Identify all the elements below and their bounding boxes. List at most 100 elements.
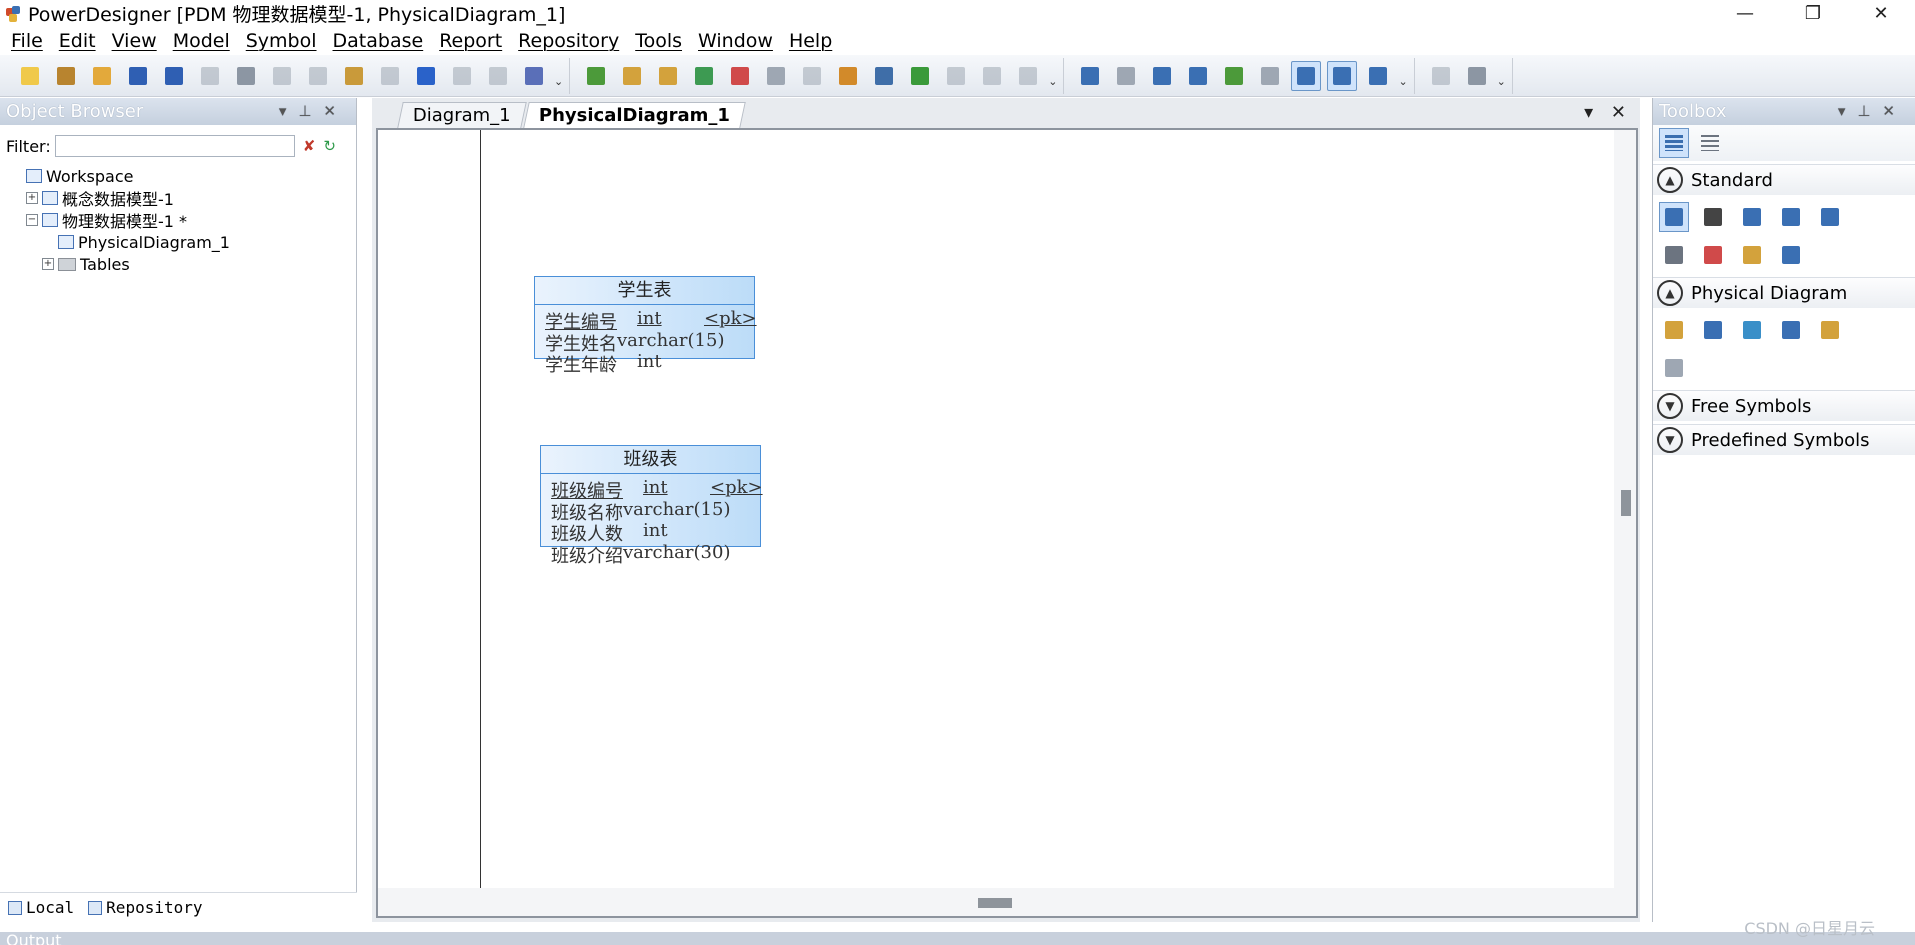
refresh-filter-icon[interactable]: ↻ [323, 137, 336, 155]
horizontal-scrollbar[interactable] [378, 888, 1636, 916]
note-tool[interactable] [1737, 240, 1767, 270]
tree-node[interactable]: + 概念数据模型-1 [10, 187, 356, 209]
minimize-button[interactable]: — [1711, 0, 1779, 27]
toolbar-overflow-icon[interactable]: ⌄ [1398, 75, 1407, 88]
vertical-scroll-thumb[interactable] [1621, 490, 1631, 516]
toolbox-section-header[interactable]: ▼ Predefined Symbols [1653, 424, 1915, 455]
entity-class-table[interactable]: 班级表 班级编号 int <pk> 班级名称 varchar(15) 班级人数 int … [540, 445, 763, 567]
maximize-button[interactable]: ❐ [1779, 0, 1847, 27]
print-preview-button[interactable] [195, 61, 225, 91]
clear-filter-icon[interactable]: ✘ [303, 137, 316, 155]
paste-button[interactable] [339, 61, 369, 91]
properties-button[interactable] [483, 61, 513, 91]
collapse-icon[interactable]: − [26, 214, 38, 226]
zoom-page-button[interactable] [1291, 60, 1322, 91]
toolbox-controls[interactable]: ▾⊥✕ [1838, 102, 1907, 120]
entity-student-table[interactable]: 学生表 学生编号 int <pk> 学生姓名 varchar(15) 学生年龄 int [534, 276, 757, 376]
tree-node[interactable]: PhysicalDiagram_1 [10, 231, 356, 253]
pointer-tool[interactable] [1659, 202, 1689, 232]
toolbar-overflow-icon[interactable]: ⌄ [1048, 75, 1057, 88]
text-color-button[interactable] [905, 61, 935, 91]
print-button[interactable] [231, 61, 261, 91]
copy-button[interactable] [303, 61, 333, 91]
brush-button[interactable] [833, 61, 863, 91]
toolbox-section-header[interactable]: ▲ Physical Diagram [1653, 277, 1915, 308]
menu-report[interactable]: Report [439, 30, 502, 52]
procedure-tool[interactable] [1815, 315, 1845, 345]
expand-icon[interactable]: + [42, 258, 54, 270]
cut-button[interactable] [267, 61, 297, 91]
tab-local[interactable]: Local [8, 898, 74, 917]
check-model-button[interactable] [519, 61, 549, 91]
package-tool[interactable] [1659, 315, 1689, 345]
menu-tools[interactable]: Tools [635, 30, 682, 52]
grabber-tool[interactable] [1698, 202, 1728, 232]
view-tool[interactable] [1737, 315, 1767, 345]
toolbox-section-header[interactable]: ▼ Free Symbols [1653, 390, 1915, 421]
output-panel-header[interactable]: Output [0, 932, 1915, 945]
reference-tool[interactable] [1776, 315, 1806, 345]
redo-button[interactable] [447, 61, 477, 91]
new-project-button[interactable] [51, 61, 81, 91]
forward-button[interactable] [1013, 61, 1043, 91]
shadow-button[interactable] [761, 61, 791, 91]
open-button[interactable] [87, 61, 117, 91]
print-setup-button[interactable] [1462, 61, 1492, 91]
page-button[interactable] [1147, 61, 1177, 91]
undo-button[interactable] [411, 61, 441, 91]
tab-diagram-1[interactable]: Diagram_1 [397, 102, 527, 128]
refresh-button[interactable] [689, 61, 719, 91]
back-button[interactable] [977, 61, 1007, 91]
toolbox-section-header[interactable]: ▲ Standard [1653, 164, 1915, 195]
color-map-button[interactable] [1219, 61, 1249, 91]
tab-repository[interactable]: Repository [88, 898, 203, 917]
save-all-button[interactable] [159, 61, 189, 91]
toolbar-overflow-icon[interactable]: ⌄ [1497, 75, 1506, 88]
browser-button[interactable] [581, 61, 611, 91]
menu-window[interactable]: Window [698, 30, 773, 52]
menu-help[interactable]: Help [789, 30, 832, 52]
new-button[interactable] [15, 61, 45, 91]
delete-button[interactable] [375, 61, 405, 91]
horizontal-scroll-thumb[interactable] [978, 898, 1012, 908]
icon-view-button[interactable] [1659, 128, 1689, 158]
link-tool[interactable] [1776, 240, 1806, 270]
filter-input[interactable] [54, 135, 295, 157]
check-button[interactable] [725, 61, 755, 91]
find-button[interactable] [653, 61, 683, 91]
menu-repository[interactable]: Repository [518, 30, 619, 52]
expand-icon[interactable]: + [26, 192, 38, 204]
zoom-in-tool[interactable] [1737, 202, 1767, 232]
save-button[interactable] [123, 61, 153, 91]
zoom-out-tool[interactable] [1776, 202, 1806, 232]
multi-page-button[interactable] [1183, 61, 1213, 91]
list-view-button[interactable] [1695, 128, 1725, 158]
group-button[interactable] [797, 61, 827, 91]
file-tool[interactable] [1659, 353, 1689, 383]
menu-view[interactable]: View [112, 30, 157, 52]
menu-model[interactable]: Model [173, 30, 230, 52]
list-view-button[interactable] [1363, 61, 1393, 91]
grid-button[interactable] [1111, 61, 1141, 91]
panel-controls[interactable]: ▾⊥✕ [279, 102, 348, 120]
tree-node[interactable]: Workspace [10, 165, 356, 187]
document-controls[interactable]: ▾ ✕ [1584, 102, 1632, 123]
properties-tool-tool[interactable] [1659, 240, 1689, 270]
tree-node[interactable]: − 物理数据模型-1 * [10, 209, 356, 231]
comment-button[interactable] [1327, 60, 1358, 91]
menu-edit[interactable]: Edit [59, 30, 96, 52]
outline-button[interactable] [1255, 61, 1285, 91]
tree-node[interactable]: + Tables [10, 253, 356, 275]
fill-button[interactable] [869, 61, 899, 91]
menu-file[interactable]: File [11, 30, 43, 52]
delete-tool-tool[interactable] [1698, 240, 1728, 270]
table-tool[interactable] [1698, 315, 1728, 345]
menu-symbol[interactable]: Symbol [246, 30, 317, 52]
diagram-canvas[interactable]: 学生表 学生编号 int <pk> 学生姓名 varchar(15) 学生年龄 int … [378, 130, 1614, 888]
align-button[interactable] [941, 61, 971, 91]
vertical-scrollbar[interactable] [1614, 130, 1636, 888]
layout-button[interactable] [1075, 61, 1105, 91]
result-list-button[interactable] [617, 61, 647, 91]
menu-database[interactable]: Database [333, 30, 424, 52]
close-button[interactable]: ✕ [1847, 0, 1915, 27]
